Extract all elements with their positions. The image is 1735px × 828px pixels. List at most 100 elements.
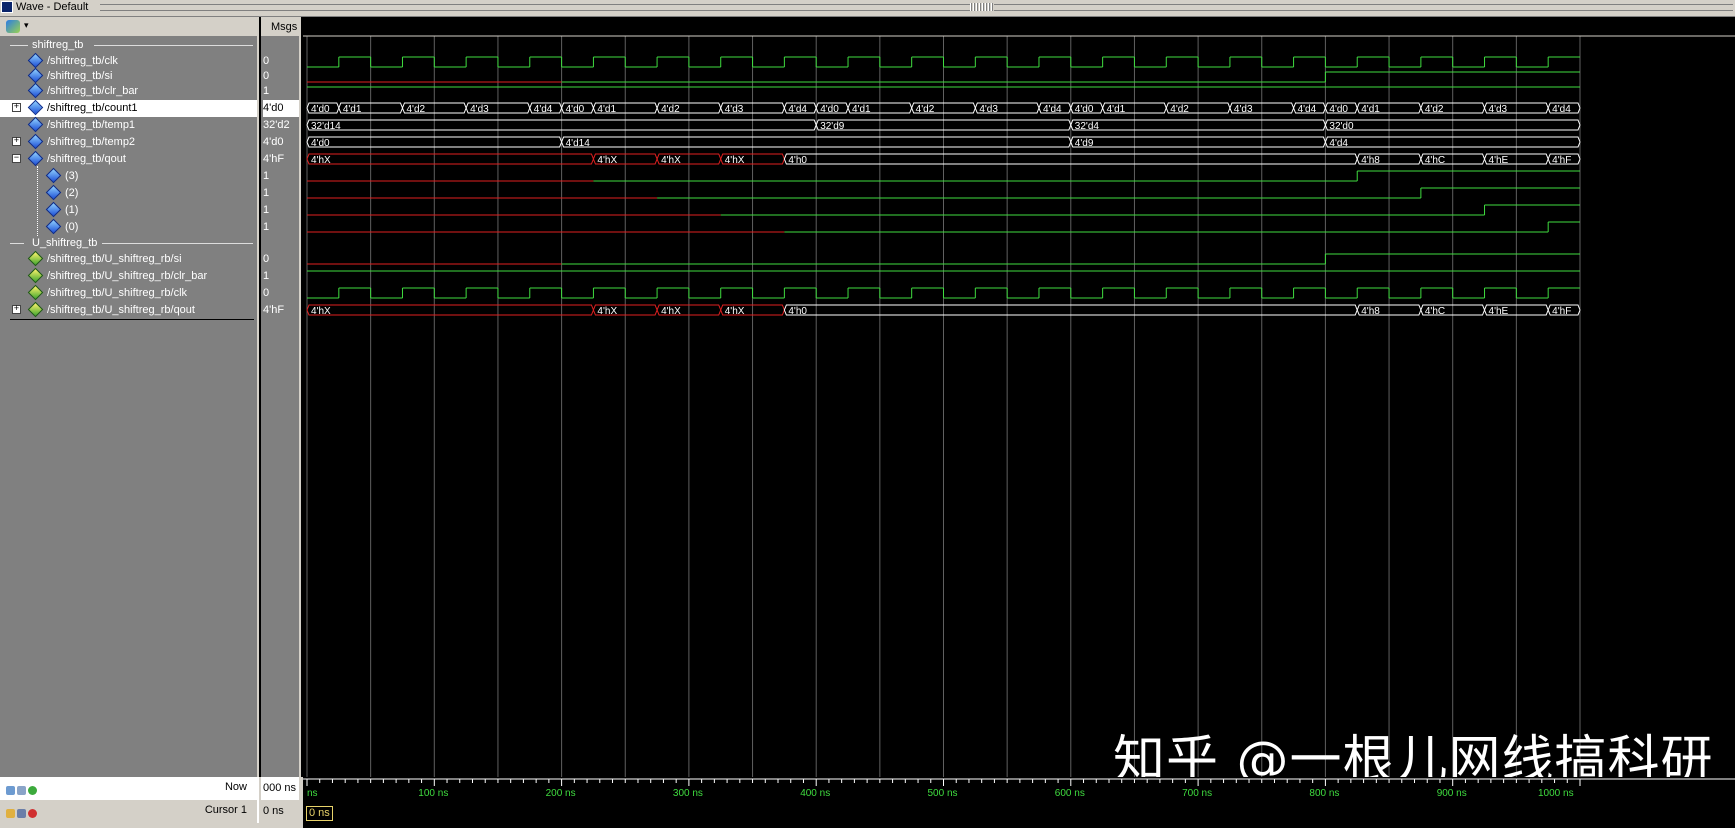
cursor-toolbar-icons — [6, 805, 42, 818]
bit-signal-icon — [45, 184, 62, 201]
signal-row-qout[interactable]: − /shiftreg_tb/qout — [0, 150, 257, 168]
rb-qout-bus-value: 4'hX — [311, 306, 331, 317]
output-signal-icon — [27, 250, 44, 267]
group-label: shiftreg_tb — [32, 39, 84, 51]
window-titlebar[interactable]: Wave - Default — [0, 0, 1735, 17]
rb-qout-bus-value: 4'hF — [1552, 306, 1571, 317]
signal-name: /shiftreg_tb/si — [47, 70, 113, 82]
signal-row-rb-clk[interactable]: /shiftreg_tb/U_shiftreg_rb/clk — [0, 284, 257, 302]
ruler-tick-label: 100 ns — [418, 788, 448, 799]
layout-icon[interactable] — [17, 786, 26, 795]
ruler-tick-label: 1000 ns — [1538, 788, 1574, 799]
count1-bus-value: 4'd3 — [1489, 104, 1508, 115]
signal-row-rb-clr-bar[interactable]: /shiftreg_tb/U_shiftreg_rb/clr_bar — [0, 267, 257, 285]
rb-qout-bus-segment — [306, 304, 594, 316]
time-ruler[interactable]: ns 100 ns 200 ns 300 ns 400 ns 500 ns 600 ns 70… — [303, 777, 1735, 800]
qout-bus-value: 4'h8 — [1361, 155, 1380, 166]
qout-bus-value: 4'h0 — [788, 155, 807, 166]
count1-bus-value: 4'd1 — [343, 104, 362, 115]
group-divider-shiftreg-tb[interactable]: shiftreg_tb — [0, 37, 257, 54]
count1-bus-value: 4'd2 — [916, 104, 935, 115]
signal-value: 1 — [263, 270, 270, 282]
waveform-canvas[interactable]: 4'd0 4'd1 4'd2 4'd3 4'd4 4'd0 4'd1 4'd2 4'd3 4'd4… — [303, 17, 1735, 777]
count1-bus-value: 4'd1 — [1361, 104, 1380, 115]
chevron-down-icon[interactable]: ▾ — [24, 20, 29, 31]
signal-row-count1[interactable]: + /shiftreg_tb/count1 — [0, 99, 257, 117]
rb-qout-bus-value: 4'hX — [661, 306, 681, 317]
qout-bus-value: 4'hX — [311, 155, 331, 166]
group-divider-u-shiftreg-tb[interactable]: U_shiftreg_tb — [0, 235, 257, 252]
signal-value: 4'hF — [263, 304, 285, 316]
signal-row-temp1[interactable]: /shiftreg_tb/temp1 — [0, 116, 257, 134]
wave-tools-icon[interactable] — [6, 20, 20, 33]
signal-row-rb-si[interactable]: /shiftreg_tb/U_shiftreg_rb/si — [0, 250, 257, 268]
time-ruler-axis: ns 100 ns 200 ns 300 ns 400 ns 500 ns 600 ns 70… — [303, 778, 1735, 799]
waveform-plot[interactable]: 4'd0 4'd1 4'd2 4'd3 4'd4 4'd0 4'd1 4'd2 4'd3 4'd4… — [303, 17, 1735, 777]
count1-bus-value: 4'd1 — [597, 104, 616, 115]
signal-value: 4'd0 — [263, 136, 284, 148]
bit-signal-icon — [45, 167, 62, 184]
signal-value: 32'd2 — [263, 119, 290, 131]
signal-name: /shiftreg_tb/U_shiftreg_rb/si — [47, 253, 182, 265]
titlebar-drag-grip[interactable] — [100, 4, 1733, 11]
divider-line — [94, 45, 253, 46]
signal-name: /shiftreg_tb/U_shiftreg_rb/clr_bar — [47, 270, 208, 282]
signal-row-temp2[interactable]: + /shiftreg_tb/temp2 — [0, 133, 257, 151]
cursor-time-box[interactable]: 0 ns — [306, 806, 333, 821]
output-signal-icon — [27, 301, 44, 318]
group-label: U_shiftreg_tb — [32, 237, 98, 249]
count1-bus-value: 4'd3 — [1234, 104, 1253, 115]
temp1-bus-value: 32'd0 — [1329, 121, 1354, 132]
delete-cursor-icon[interactable] — [28, 809, 37, 818]
qout-bus-value: 4'hF — [1552, 155, 1571, 166]
cursor-label: Cursor 1 — [204, 804, 247, 816]
count1-bus-value: 4'd3 — [725, 104, 744, 115]
signal-value: 1 — [263, 187, 270, 199]
input-signal-icon — [27, 82, 44, 99]
lock-icon[interactable] — [6, 809, 15, 818]
temp2-bus-value: 4'd9 — [1075, 138, 1094, 149]
expand-plus-icon[interactable]: + — [12, 103, 21, 112]
signal-row-qout-bit-1[interactable]: (1) — [0, 201, 257, 219]
signal-row-qout-bit-2[interactable]: (2) — [0, 184, 257, 202]
qout-bus-value: 4'hE — [1489, 155, 1509, 166]
zoom-icon[interactable] — [6, 786, 15, 795]
temp1-bus-value: 32'd9 — [820, 121, 845, 132]
ruler-tick-label: 200 ns — [546, 788, 576, 799]
signal-name: (2) — [65, 187, 79, 199]
signal-row-qout-bit-3[interactable]: (3) — [0, 167, 257, 185]
signal-name: /shiftreg_tb/U_shiftreg_rb/clk — [47, 287, 188, 299]
rb-qout-bus-value: 4'h0 — [788, 306, 807, 317]
ruler-tick-label: 500 ns — [928, 788, 958, 799]
signal-row-clr-bar[interactable]: /shiftreg_tb/clr_bar — [0, 82, 257, 100]
signal-name: /shiftreg_tb/temp1 — [47, 119, 136, 131]
bus-signal-icon — [27, 133, 44, 150]
cursor-track[interactable]: 0 ns — [303, 800, 1735, 828]
qout-bus-value: 4'hX — [661, 155, 681, 166]
divider-line — [10, 243, 24, 244]
values-pane: Msgs 0 0 1 4'd0 32'd2 4'd0 4'hF 1 1 1 1 … — [261, 17, 301, 777]
count1-bus-value: 4'd4 — [1043, 104, 1062, 115]
count1-bus-value: 4'd0 — [311, 104, 330, 115]
divider-line — [102, 243, 253, 244]
bus-signal-icon — [27, 99, 44, 116]
titlebar-grip-knob[interactable] — [970, 3, 994, 11]
ruler-tick-label: 700 ns — [1182, 788, 1212, 799]
divider-line — [10, 45, 28, 46]
signal-name: /shiftreg_tb/temp2 — [47, 136, 136, 148]
expand-plus-icon[interactable]: + — [12, 305, 21, 314]
signal-row-rb-qout[interactable]: + /shiftreg_tb/U_shiftreg_rb/qout — [0, 301, 257, 319]
expand-plus-icon[interactable]: + — [12, 137, 21, 146]
signal-row-qout-bit-0[interactable]: (0) — [0, 218, 257, 236]
pencil-icon[interactable] — [17, 809, 26, 818]
signal-name: (3) — [65, 170, 79, 182]
collapse-minus-icon[interactable]: − — [12, 154, 21, 163]
rb-qout-bus-value: 4'hX — [725, 306, 745, 317]
cursor-value: 0 ns — [261, 800, 301, 823]
signal-name: /shiftreg_tb/clr_bar — [47, 85, 139, 97]
add-cursor-icon[interactable] — [28, 786, 37, 795]
now-label: Now — [224, 781, 247, 793]
now-toolbar-icons — [6, 782, 42, 795]
temp1-bus-value: 32'd14 — [311, 121, 341, 132]
qout-bus-value: 4'hX — [725, 155, 745, 166]
